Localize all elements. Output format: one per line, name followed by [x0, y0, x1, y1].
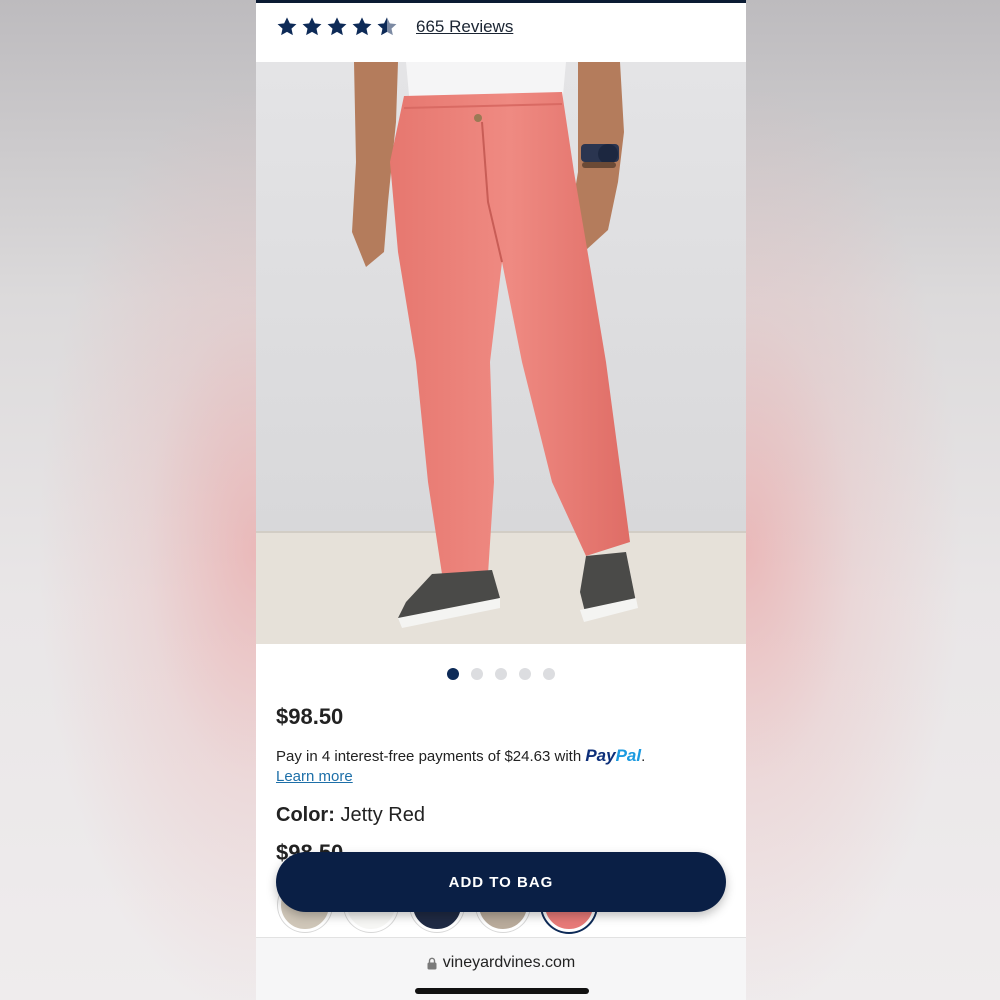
star-icon	[327, 17, 347, 36]
home-indicator	[415, 988, 589, 994]
pants-photo	[256, 62, 746, 644]
header-divider	[256, 0, 746, 3]
paypal-logo-pal: Pal	[615, 746, 642, 765]
half-star-icon	[377, 17, 397, 36]
color-value: Jetty Red	[340, 804, 425, 826]
paypal-text: Pay in 4 interest-free payments of $24.6…	[276, 748, 582, 765]
carousel-dot[interactable]	[495, 668, 507, 680]
reviews-link[interactable]: 665 Reviews	[416, 17, 513, 37]
color-selection: Color: Jetty Red	[276, 804, 425, 827]
image-carousel-dots	[256, 668, 746, 680]
rating-row: 665 Reviews	[276, 12, 513, 42]
learn-more-link[interactable]: Learn more	[276, 768, 353, 785]
star-icon	[302, 17, 322, 36]
carousel-dot[interactable]	[543, 668, 555, 680]
url-display[interactable]: vineyardvines.com	[256, 954, 746, 972]
carousel-dot[interactable]	[471, 668, 483, 680]
star-icon	[277, 17, 297, 36]
add-to-bag-button[interactable]: ADD TO BAG	[276, 852, 726, 912]
color-label: Color:	[276, 804, 335, 826]
blurred-background-left	[0, 0, 256, 1000]
url-text: vineyardvines.com	[442, 954, 576, 971]
product-image[interactable]	[256, 62, 746, 644]
paypal-period: .	[641, 748, 646, 765]
browser-address-bar[interactable]: vineyardvines.com	[256, 937, 746, 1000]
paypal-installments: Pay in 4 interest-free payments of $24.6…	[276, 746, 645, 766]
paypal-logo: PayPal	[585, 746, 641, 765]
carousel-dot[interactable]	[447, 668, 459, 680]
carousel-dot[interactable]	[519, 668, 531, 680]
product-price: $98.50	[276, 704, 344, 729]
star-icon	[352, 17, 372, 36]
phone-screen: 665 Reviews $98.50 Pay in 4 interest-fre…	[256, 0, 746, 1000]
star-rating	[276, 16, 398, 38]
lock-icon	[427, 957, 437, 969]
blurred-background-right	[746, 0, 1000, 1000]
paypal-logo-pay: Pay	[585, 746, 616, 765]
